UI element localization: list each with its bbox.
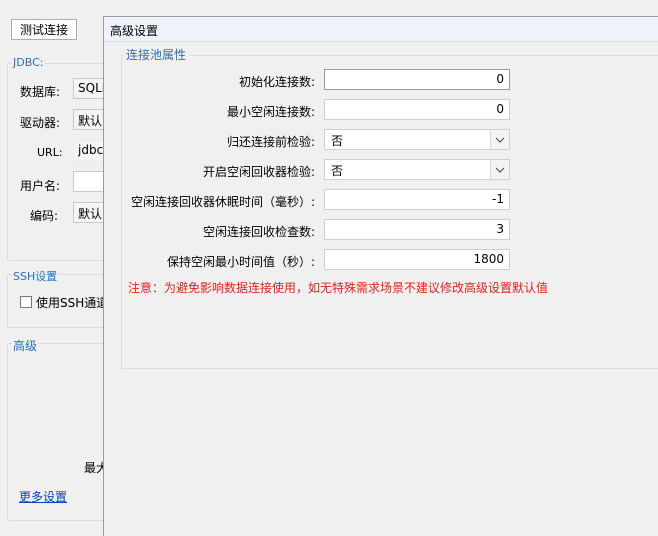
ssh-checkbox-label: 使用SSH通道 — [36, 296, 109, 310]
evictor-sleep-label: 空闲连接回收器休眠时间（毫秒）: — [130, 195, 315, 209]
chevron-down-icon[interactable] — [490, 130, 509, 149]
idle-evictor-test-label: 开启空闲回收器检验: — [202, 165, 315, 179]
ssh-group-title: SSH设置 — [12, 268, 59, 284]
evict-check-count-label: 空闲连接回收检查数: — [202, 225, 315, 239]
initial-connections-label: 初始化连接数: — [238, 75, 315, 89]
min-idle-label: 最小空闲连接数: — [226, 105, 315, 119]
more-settings-link[interactable]: 更多设置 — [19, 488, 67, 505]
pool-group-title: 连接池属性 — [123, 46, 190, 63]
advanced-group-title: 高级 — [12, 337, 39, 354]
test-on-return-select[interactable]: 否 — [324, 129, 510, 150]
dialog-title: 高级设置 — [110, 24, 159, 38]
evict-check-count-input[interactable]: 3 — [324, 219, 510, 240]
idle-evictor-test-select[interactable]: 否 — [324, 159, 510, 180]
test-connection-button[interactable]: 测试连接 — [11, 19, 77, 40]
url-label: URL: — [37, 146, 63, 159]
jdbc-group-title: JDBC: — [12, 56, 45, 69]
evictor-sleep-input[interactable]: -1 — [324, 189, 510, 210]
ssh-checkbox[interactable] — [20, 296, 32, 308]
test-on-return-value: 否 — [331, 134, 344, 148]
database-label: 数据库: — [20, 85, 61, 99]
test-on-return-label: 归还连接前检验: — [226, 135, 315, 149]
min-idle-time-input[interactable]: 1800 — [324, 249, 510, 270]
driver-label: 驱动器: — [20, 116, 61, 130]
warning-notice: 注意：为避免影响数据连接使用，如无特殊需求场景不建议修改高级设置默认值 — [128, 281, 549, 295]
chevron-down-icon[interactable] — [490, 160, 509, 179]
min-idle-input[interactable]: 0 — [324, 99, 510, 120]
encoding-label: 编码: — [30, 209, 59, 223]
min-idle-time-label: 保持空闲最小时间值（秒）: — [166, 255, 315, 269]
username-label: 用户名: — [20, 179, 61, 193]
idle-evictor-test-value: 否 — [331, 164, 344, 178]
dialog-titlebar[interactable]: 高级设置 — [104, 17, 658, 42]
advanced-settings-dialog: 高级设置 连接池属性 初始化连接数: 0 最小空闲连接数: 0 归还连接前检验:… — [103, 16, 658, 536]
initial-connections-input[interactable]: 0 — [324, 69, 510, 90]
